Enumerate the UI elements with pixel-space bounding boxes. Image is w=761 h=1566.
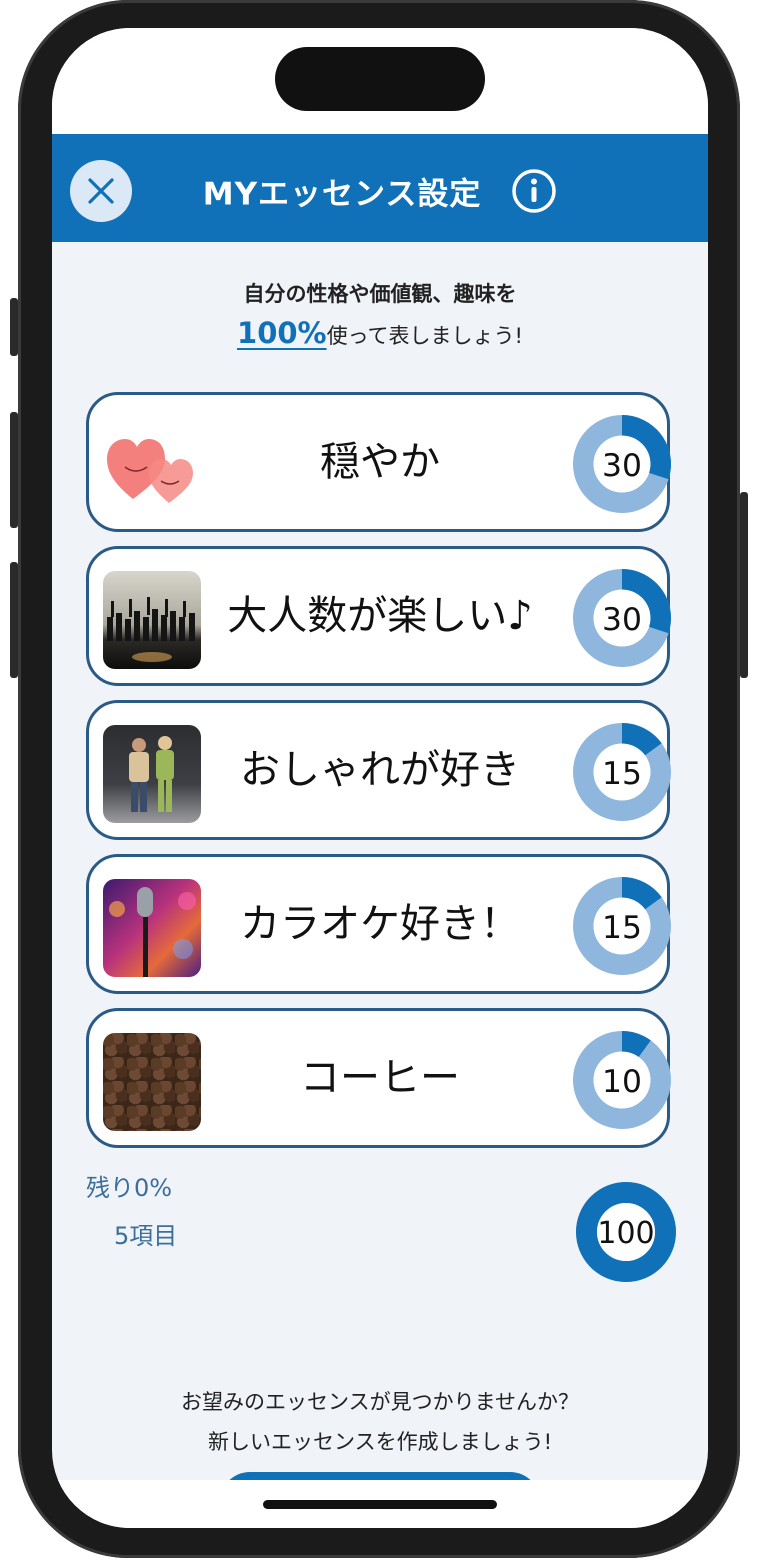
- essence-percent-value: 10: [602, 1064, 642, 1100]
- item-count: 5項目: [114, 1222, 178, 1250]
- essence-percent-value: 30: [602, 602, 642, 638]
- essence-percent-value: 30: [602, 448, 642, 484]
- percent-highlight: 100%: [237, 316, 327, 350]
- essence-card[interactable]: おしゃれが好き 15: [86, 700, 671, 840]
- essence-card[interactable]: カラオケ好き！ 15: [86, 854, 671, 994]
- essence-percent-donut: 15: [573, 877, 671, 975]
- essence-label: 大人数が楽しい♪: [227, 593, 533, 639]
- footer-text-line1: お望みのエッセンスが見つかりませんか？: [181, 1390, 579, 1414]
- essence-image-fashion: [103, 725, 201, 823]
- essence-percent-donut: 15: [573, 723, 671, 821]
- essence-label: 穏やか: [320, 439, 440, 485]
- essence-card[interactable]: コーヒー 10: [86, 1008, 671, 1148]
- essence-percent-donut: 10: [573, 1031, 671, 1129]
- total-percent-donut: 100: [576, 1182, 676, 1282]
- essence-image-hearts: [103, 417, 201, 515]
- dynamic-island: [275, 47, 485, 111]
- essence-card[interactable]: 大人数が楽しい♪ 30: [86, 546, 671, 686]
- essence-label: コーヒー: [300, 1055, 460, 1101]
- page-title: MYエッセンス設定: [202, 176, 482, 213]
- footer-text-line2: 新しいエッセンスを作成しましょう!: [208, 1430, 552, 1454]
- intro-text-line1: 自分の性格や価値観、趣味を: [243, 282, 517, 306]
- total-percent-value: 100: [597, 1216, 654, 1251]
- intro-text-line2: 100%使って表しましょう!: [52, 316, 708, 350]
- remaining-percent: 残り0%: [86, 1174, 173, 1202]
- essence-image-microphone: [103, 879, 201, 977]
- essence-percent-value: 15: [602, 910, 642, 946]
- mute-switch: [10, 298, 18, 356]
- screen: MYエッセンス設定 自分の性格や価値観、趣味を 100%使って表しましょう! 穏…: [52, 28, 708, 1528]
- essence-label: カラオケ好き！: [240, 901, 520, 947]
- essence-percent-donut: 30: [573, 569, 671, 667]
- info-icon[interactable]: [511, 168, 557, 214]
- essence-card[interactable]: 穏やか 30: [86, 392, 671, 532]
- home-indicator: [263, 1500, 497, 1509]
- page-title-wrap: MYエッセンス設定: [52, 168, 708, 214]
- essence-label: おしゃれが好き: [240, 747, 520, 793]
- power-button: [740, 492, 748, 678]
- essence-percent-donut: 30: [573, 415, 671, 513]
- essence-image-coffee: [103, 1033, 201, 1131]
- essence-percent-value: 15: [602, 756, 642, 792]
- essence-image-crowd: [103, 571, 201, 669]
- header-bar: MYエッセンス設定: [52, 134, 708, 242]
- volume-down-button: [10, 562, 18, 678]
- volume-up-button: [10, 412, 18, 528]
- intro-text-suffix: 使って表しましょう!: [326, 324, 523, 348]
